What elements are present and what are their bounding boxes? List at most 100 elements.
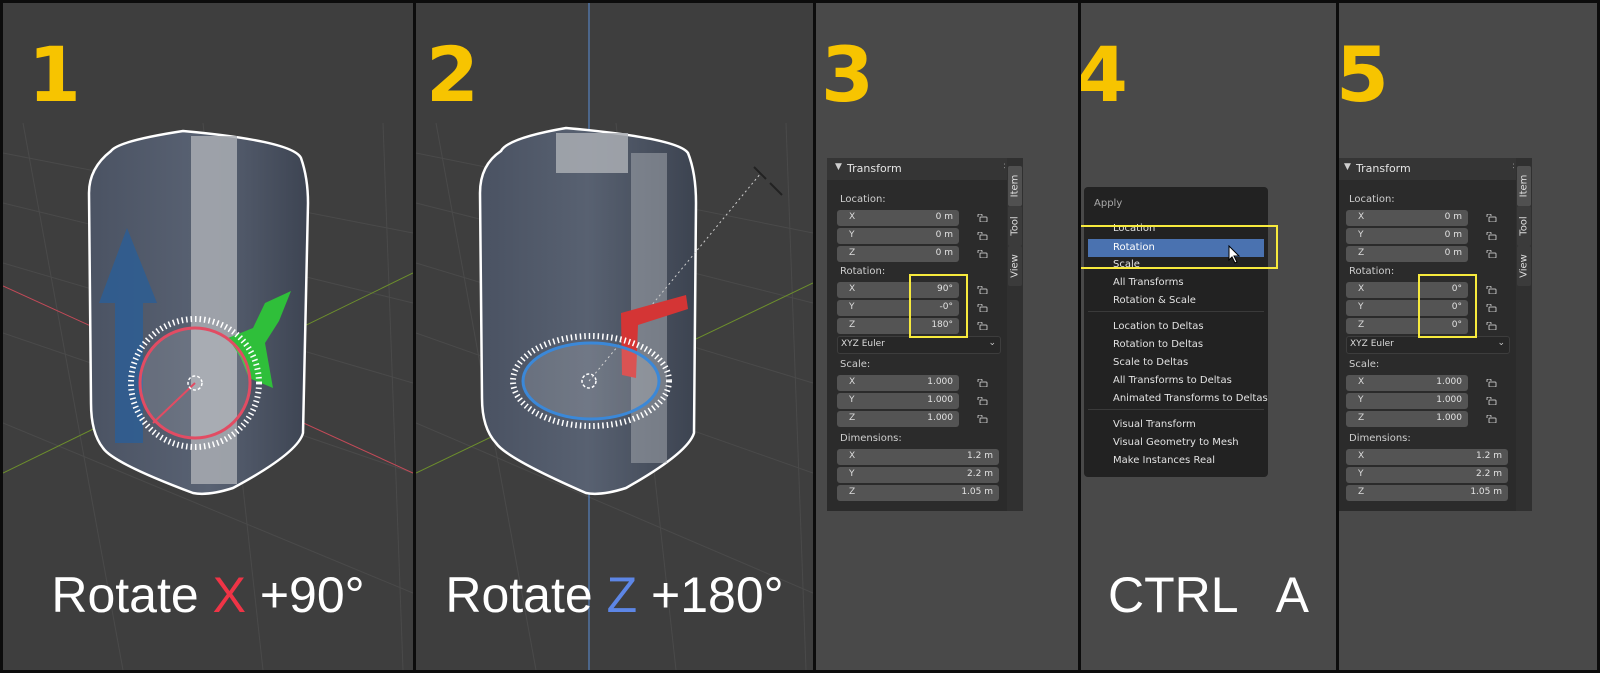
- axis-label: X: [849, 284, 856, 294]
- axis-label: Y: [1358, 395, 1364, 405]
- dimensions-z-field[interactable]: Z 1.05 m: [837, 485, 999, 501]
- unlock-icon[interactable]: [1486, 322, 1497, 330]
- drag-cursor-icon: [753, 166, 783, 196]
- scale-z-field[interactable]: Z 1.000: [837, 411, 959, 427]
- field-value: 0 m: [935, 212, 953, 222]
- viewport-step-2[interactable]: 2 Rotate Z +180°: [416, 3, 813, 670]
- unlock-icon[interactable]: [977, 379, 988, 387]
- step-5-panel: 5 ▼Transform∷∷Location:X0 mY0 mZ0 mRotat…: [1339, 3, 1597, 670]
- dimensions-label: Dimensions:: [1349, 433, 1411, 444]
- tab-label: View: [1518, 254, 1530, 278]
- location-y-field[interactable]: Y 0 m: [837, 228, 959, 244]
- axis-label: Y: [849, 469, 855, 479]
- menu-item-rotation-to-deltas[interactable]: Rotation to Deltas: [1113, 339, 1203, 350]
- tab-tool[interactable]: Tool: [1517, 206, 1531, 246]
- axis-label: X: [1358, 284, 1365, 294]
- menu-item-visual-geometry-to-mesh[interactable]: Visual Geometry to Mesh: [1113, 437, 1239, 448]
- crate-strap: [556, 133, 628, 173]
- unlock-icon[interactable]: [977, 232, 988, 240]
- field-value: 1.000: [1436, 413, 1462, 423]
- axis-label: Z: [1358, 248, 1365, 258]
- dimensions-y-field[interactable]: Y 2.2 m: [837, 467, 999, 483]
- unlock-icon[interactable]: [1486, 214, 1497, 222]
- menu-item-all-transforms-to-deltas[interactable]: All Transforms to Deltas: [1113, 375, 1232, 386]
- location-x-field[interactable]: X 0 m: [837, 210, 959, 226]
- field-value: 0 m: [935, 248, 953, 258]
- menu-item-animated-transforms-to-deltas[interactable]: Animated Transforms to Deltas: [1113, 393, 1268, 404]
- rotation-values-highlight-box: [909, 274, 968, 338]
- viewport-step-1[interactable]: 1 Rotate X +90°: [3, 3, 413, 670]
- axis-label: X: [849, 377, 856, 387]
- rotation-mode-value: XYZ Euler: [841, 339, 885, 349]
- axis-label: X: [849, 451, 856, 461]
- field-value: 0 m: [935, 230, 953, 240]
- step-2-caption: Rotate Z +180°: [416, 570, 813, 620]
- axis-label: Z: [1358, 413, 1365, 423]
- field-value: 0 m: [1444, 230, 1462, 240]
- scale-x-field[interactable]: X 1.000: [1346, 375, 1468, 391]
- tab-label: Tool: [1009, 216, 1021, 236]
- rotation-mode-dropdown[interactable]: XYZ Euler ⌄: [1346, 336, 1510, 354]
- axis-label: Y: [849, 230, 855, 240]
- unlock-icon[interactable]: [1486, 304, 1497, 312]
- tab-view[interactable]: View: [1517, 246, 1531, 286]
- unlock-icon[interactable]: [977, 322, 988, 330]
- unlock-icon[interactable]: [977, 214, 988, 222]
- scale-x-field[interactable]: X 1.000: [837, 375, 959, 391]
- scale-y-field[interactable]: Y 1.000: [1346, 393, 1468, 409]
- unlock-icon[interactable]: [977, 286, 988, 294]
- unlock-icon[interactable]: [1486, 415, 1497, 423]
- field-value: 1.000: [927, 413, 953, 423]
- menu-item-visual-transform[interactable]: Visual Transform: [1113, 419, 1196, 430]
- menu-item-make-instances-real[interactable]: Make Instances Real: [1113, 455, 1215, 466]
- scale-label: Scale:: [1349, 359, 1380, 370]
- unlock-icon[interactable]: [977, 250, 988, 258]
- location-label: Location:: [1349, 194, 1395, 205]
- tab-item[interactable]: Item: [1008, 166, 1022, 206]
- menu-item-scale-to-deltas[interactable]: Scale to Deltas: [1113, 357, 1188, 368]
- dimensions-x-field[interactable]: X 1.2 m: [837, 449, 999, 465]
- menu-item-all-transforms[interactable]: All Transforms: [1113, 277, 1184, 288]
- menu-item-location-to-deltas[interactable]: Location to Deltas: [1113, 321, 1204, 332]
- transform-panel-after: ▼Transform∷∷Location:X0 mY0 mZ0 mRotatio…: [1339, 158, 1532, 511]
- unlock-icon[interactable]: [977, 304, 988, 312]
- field-value: 1.2 m: [967, 451, 993, 461]
- tab-label: View: [1009, 254, 1021, 278]
- field-value: 2.2 m: [1476, 469, 1502, 479]
- transform-panel-header[interactable]: ▼Transform∷∷: [827, 158, 1023, 180]
- unlock-icon[interactable]: [977, 397, 988, 405]
- tab-item[interactable]: Item: [1517, 166, 1531, 206]
- menu-item-rotation-scale[interactable]: Rotation & Scale: [1113, 295, 1196, 306]
- dimensions-x-field[interactable]: X 1.2 m: [1346, 449, 1508, 465]
- unlock-icon[interactable]: [1486, 286, 1497, 294]
- axis-label: Z: [849, 487, 856, 497]
- tab-tool[interactable]: Tool: [1008, 206, 1022, 246]
- unlock-icon[interactable]: [1486, 397, 1497, 405]
- collapse-triangle-icon[interactable]: ▼: [835, 162, 842, 172]
- dimensions-y-field[interactable]: Y 2.2 m: [1346, 467, 1508, 483]
- unlock-icon[interactable]: [977, 415, 988, 423]
- menu-separator: [1088, 409, 1264, 410]
- unlock-icon[interactable]: [1486, 379, 1497, 387]
- collapse-triangle-icon[interactable]: ▼: [1344, 162, 1351, 172]
- rotation-gizmo-ring[interactable]: [521, 341, 661, 421]
- location-x-field[interactable]: X 0 m: [1346, 210, 1468, 226]
- rotation-label: Rotation:: [1349, 266, 1395, 277]
- caption-1-post: +90°: [245, 567, 365, 623]
- scale-z-field[interactable]: Z 1.000: [1346, 411, 1468, 427]
- apply-menu-title: Apply: [1094, 198, 1123, 209]
- transform-panel-header[interactable]: ▼Transform∷∷: [1339, 158, 1532, 180]
- unlock-icon[interactable]: [1486, 232, 1497, 240]
- scale-y-field[interactable]: Y 1.000: [837, 393, 959, 409]
- unlock-icon[interactable]: [1486, 250, 1497, 258]
- rotation-mode-dropdown[interactable]: XYZ Euler ⌄: [837, 336, 1001, 354]
- location-z-field[interactable]: Z 0 m: [837, 246, 959, 262]
- axis-label: X: [1358, 377, 1365, 387]
- dimensions-label: Dimensions:: [840, 433, 902, 444]
- tab-view[interactable]: View: [1008, 246, 1022, 286]
- location-y-field[interactable]: Y 0 m: [1346, 228, 1468, 244]
- axis-label: Z: [1358, 320, 1365, 330]
- dimensions-z-field[interactable]: Z 1.05 m: [1346, 485, 1508, 501]
- location-z-field[interactable]: Z 0 m: [1346, 246, 1468, 262]
- transform-panel-title: Transform: [847, 162, 902, 175]
